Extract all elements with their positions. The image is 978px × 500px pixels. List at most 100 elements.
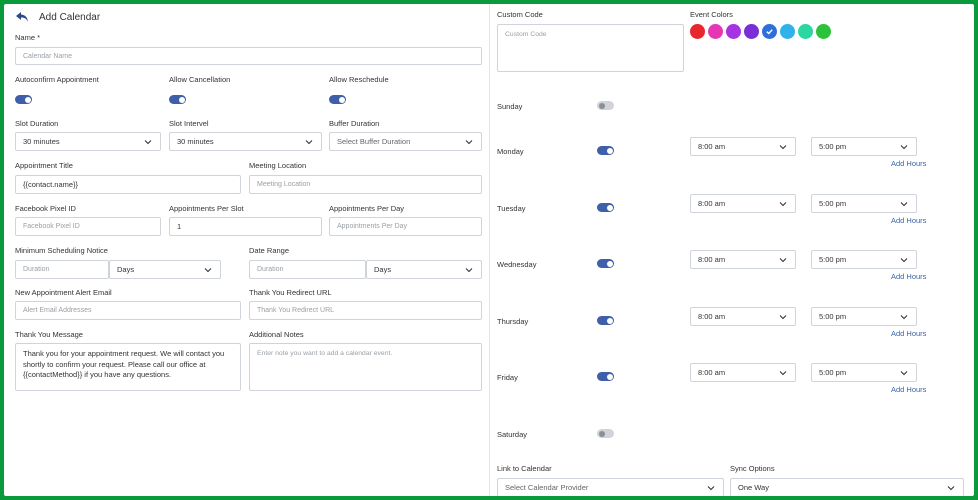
end-time-select-monday[interactable]: 5:00 pm	[811, 137, 917, 156]
end-time-value: 5:00 pm	[819, 368, 847, 377]
day-label-wednesday: Wednesday	[497, 260, 537, 269]
sync-options-value: One Way	[738, 483, 769, 492]
chevron-down-icon	[900, 314, 908, 319]
end-time-value: 5:00 pm	[819, 255, 847, 264]
add-hours-link-tuesday[interactable]: Add Hours	[891, 216, 926, 225]
allow-cancellation-toggle[interactable]	[169, 95, 186, 104]
slot-interval-select[interactable]: 30 minutes	[169, 132, 322, 151]
end-time-select-thursday[interactable]: 5:00 pm	[811, 307, 917, 326]
slot-duration-value: 30 minutes	[23, 137, 60, 146]
alert-email-label: New Appointment Alert Email	[15, 288, 112, 297]
color-swatch[interactable]	[690, 24, 705, 39]
add-hours-link-friday[interactable]: Add Hours	[891, 385, 926, 394]
min-notice-unit-value: Days	[117, 265, 135, 274]
buffer-duration-select[interactable]: Select Buffer Duration	[329, 132, 482, 151]
date-range-duration-input[interactable]: Duration	[249, 260, 366, 279]
start-time-value: 8:00 am	[698, 142, 726, 151]
slot-duration-select[interactable]: 30 minutes	[15, 132, 161, 151]
custom-code-textarea[interactable]: Custom Code	[497, 24, 684, 72]
date-range-unit-select[interactable]: Days	[366, 260, 482, 279]
day-label-sunday: Sunday	[497, 102, 523, 111]
color-swatch[interactable]	[744, 24, 759, 39]
meeting-location-label: Meeting Location	[249, 161, 307, 170]
chevron-down-icon	[900, 144, 908, 149]
min-notice-unit-select[interactable]: Days	[109, 260, 221, 279]
start-time-select-wednesday[interactable]: 8:00 am	[690, 250, 796, 269]
color-swatch[interactable]	[762, 24, 777, 39]
event-colors-label: Event Colors	[690, 10, 733, 19]
chevron-down-icon	[305, 139, 313, 144]
calendar-name-input[interactable]: Calendar Name	[15, 47, 482, 65]
chevron-down-icon	[900, 370, 908, 375]
sync-options-select[interactable]: One Way	[730, 478, 964, 496]
column-divider	[489, 4, 490, 496]
check-icon	[766, 29, 773, 35]
end-time-select-tuesday[interactable]: 5:00 pm	[811, 194, 917, 213]
autoconfirm-toggle[interactable]	[15, 95, 32, 104]
allow-reschedule-label: Allow Reschedule	[329, 75, 389, 84]
facebook-pixel-label: Facebook Pixel ID	[15, 204, 76, 213]
chevron-down-icon	[779, 370, 787, 375]
back-arrow-icon[interactable]	[15, 11, 29, 23]
page-title: Add Calendar	[39, 12, 101, 23]
color-swatch[interactable]	[726, 24, 741, 39]
start-time-value: 8:00 am	[698, 312, 726, 321]
day-toggle-tuesday[interactable]	[597, 203, 614, 212]
chevron-down-icon	[204, 267, 212, 272]
start-time-select-tuesday[interactable]: 8:00 am	[690, 194, 796, 213]
day-toggle-saturday[interactable]	[597, 429, 614, 438]
color-swatch[interactable]	[708, 24, 723, 39]
facebook-pixel-input[interactable]: Facebook Pixel ID	[15, 217, 161, 236]
name-label: Name *	[15, 33, 41, 42]
date-range-unit-value: Days	[374, 265, 392, 274]
calendar-provider-select[interactable]: Select Calendar Provider	[497, 478, 724, 496]
day-toggle-friday[interactable]	[597, 372, 614, 381]
color-swatch[interactable]	[798, 24, 813, 39]
add-hours-link-thursday[interactable]: Add Hours	[891, 329, 926, 338]
start-time-select-friday[interactable]: 8:00 am	[690, 363, 796, 382]
day-toggle-monday[interactable]	[597, 146, 614, 155]
additional-notes-textarea[interactable]: Enter note you want to add a calendar ev…	[249, 343, 482, 391]
appointment-title-input[interactable]: {{contact.name}}	[15, 175, 241, 194]
redirect-url-input[interactable]: Thank You Redirect URL	[249, 301, 482, 320]
slot-duration-label: Slot Duration	[15, 119, 59, 128]
appointments-per-slot-input[interactable]: 1	[169, 217, 322, 236]
alert-email-input[interactable]: Alert Email Addresses	[15, 301, 241, 320]
link-to-calendar-label: Link to Calendar	[497, 464, 552, 473]
color-swatch[interactable]	[780, 24, 795, 39]
meeting-location-input[interactable]: Meeting Location	[249, 175, 482, 194]
chevron-down-icon	[707, 485, 715, 490]
day-label-friday: Friday	[497, 373, 518, 382]
start-time-value: 8:00 am	[698, 199, 726, 208]
chevron-down-icon	[779, 144, 787, 149]
chevron-down-icon	[779, 201, 787, 206]
day-toggle-sunday[interactable]	[597, 101, 614, 110]
chevron-down-icon	[779, 257, 787, 262]
calendar-provider-value: Select Calendar Provider	[505, 483, 589, 492]
slot-interval-value: 30 minutes	[177, 137, 214, 146]
min-notice-duration-input[interactable]: Duration	[15, 260, 109, 279]
end-time-value: 5:00 pm	[819, 312, 847, 321]
add-hours-link-monday[interactable]: Add Hours	[891, 159, 926, 168]
redirect-url-label: Thank You Redirect URL	[249, 288, 332, 297]
add-calendar-form: Add Calendar Name * Calendar Name Autoco…	[4, 4, 974, 496]
date-range-label: Date Range	[249, 246, 290, 255]
appointments-per-day-input[interactable]: Appointments Per Day	[329, 217, 482, 236]
chevron-down-icon	[465, 267, 473, 272]
allow-reschedule-toggle[interactable]	[329, 95, 346, 104]
min-notice-label: Minimum Scheduling Notice	[15, 246, 108, 255]
end-time-select-friday[interactable]: 5:00 pm	[811, 363, 917, 382]
autoconfirm-label: Autoconfirm Appointment	[15, 75, 99, 84]
end-time-select-wednesday[interactable]: 5:00 pm	[811, 250, 917, 269]
start-time-select-monday[interactable]: 8:00 am	[690, 137, 796, 156]
buffer-duration-label: Buffer Duration	[329, 119, 380, 128]
start-time-select-thursday[interactable]: 8:00 am	[690, 307, 796, 326]
thank-you-message-textarea[interactable]: Thank you for your appointment request. …	[15, 343, 241, 391]
day-toggle-wednesday[interactable]	[597, 259, 614, 268]
add-hours-link-wednesday[interactable]: Add Hours	[891, 272, 926, 281]
day-toggle-thursday[interactable]	[597, 316, 614, 325]
color-swatch[interactable]	[816, 24, 831, 39]
chevron-down-icon	[947, 485, 955, 490]
appointment-title-label: Appointment Title	[15, 161, 73, 170]
additional-notes-label: Additional Notes	[249, 330, 304, 339]
